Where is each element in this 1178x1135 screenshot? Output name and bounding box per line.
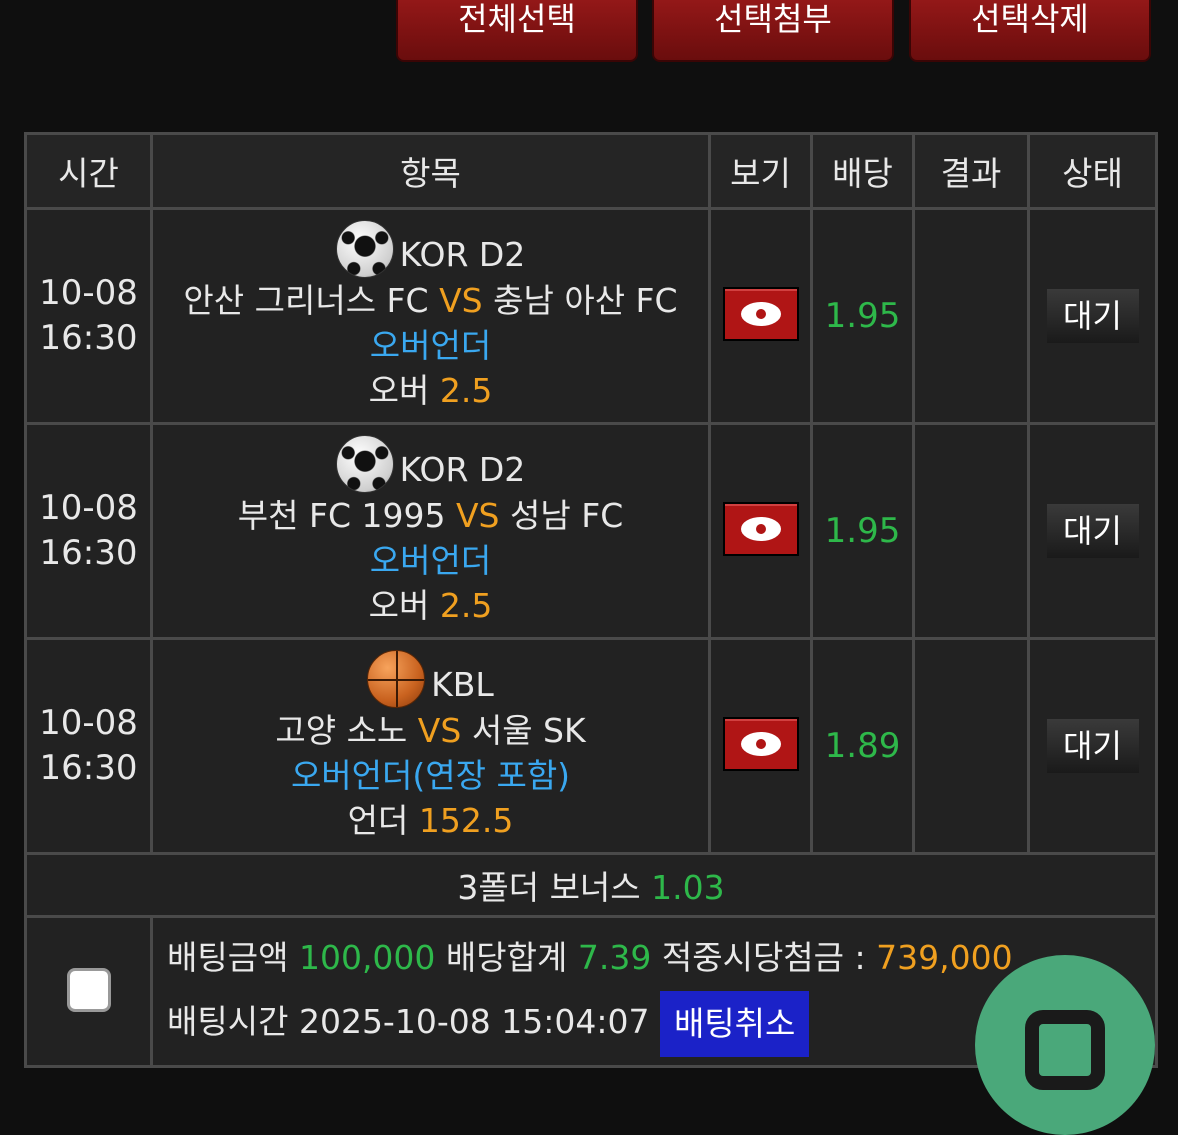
bet-amount-label: 배팅금액 [167, 938, 289, 978]
pick-label: 오버 [368, 585, 430, 625]
view-button[interactable] [722, 287, 799, 341]
cancel-bet-button[interactable]: 배팅취소 [659, 990, 810, 1057]
match-date: 10-08 [39, 273, 138, 313]
match-date: 10-08 [39, 703, 138, 743]
market-type: 오버언더 [369, 540, 492, 580]
view-cell [708, 207, 813, 425]
match-date: 10-08 [39, 488, 138, 528]
payout-label: 적중시당첨금 : [661, 938, 866, 978]
market-type: 오버언더 [369, 325, 492, 365]
odds-value: 1.89 [810, 637, 915, 855]
odds-value: 1.95 [810, 207, 915, 425]
away-team: 서울 SK [471, 710, 586, 750]
item-cell: KOR D2 안산 그리너스 FC VS 충남 아산 FC 오버언더 오버 2.… [150, 207, 711, 425]
select-delete-button[interactable]: 선택삭제 [909, 0, 1151, 62]
status-cell: 대기 [1027, 422, 1158, 640]
line-value: 2.5 [439, 585, 493, 625]
bet-amount: 100,000 [298, 938, 436, 978]
pick-label: 언더 [347, 800, 409, 840]
chat-icon [1025, 1010, 1105, 1090]
line-value: 2.5 [439, 370, 493, 410]
soccer-ball-icon [335, 434, 394, 493]
payout-amount: 739,000 [876, 938, 1013, 978]
odds-total-label: 배당합계 [445, 938, 568, 978]
line-value: 152.5 [418, 800, 514, 840]
floating-action-button[interactable] [975, 955, 1155, 1135]
match-time: 16:30 [39, 533, 138, 573]
matchup: 부천 FC 1995 VS 성남 FC [153, 493, 708, 538]
result-cell [912, 422, 1030, 640]
status-cell: 대기 [1027, 207, 1158, 425]
table-header-row: 시간 항목 보기 배당 결과 상태 [24, 132, 1158, 210]
pick-label: 오버 [368, 370, 430, 410]
item-cell: KBL 고양 소노 VS 서울 SK 오버언더(연장 포함) 언더 152.5 [150, 637, 711, 855]
bet-time: 2025-10-08 15:04:07 [298, 1002, 650, 1042]
bet-time-label: 배팅시간 [167, 1002, 289, 1042]
table-row: 10-08 16:30 KOR D2 부천 FC 1995 VS 성남 FC 오… [24, 422, 1158, 640]
header-time: 시간 [24, 132, 153, 210]
status-badge: 대기 [1046, 719, 1139, 773]
header-result: 결과 [912, 132, 1030, 210]
market-type: 오버언더(연장 포함) [290, 755, 571, 795]
league-name: KOR D2 [399, 234, 526, 274]
away-team: 충남 아산 FC [493, 280, 678, 320]
matchup: 안산 그리너스 FC VS 충남 아산 FC [153, 278, 708, 323]
select-attach-button[interactable]: 선택첨부 [652, 0, 894, 62]
status-badge: 대기 [1046, 504, 1139, 558]
checkbox-cell [24, 915, 153, 1068]
away-team: 성남 FC [510, 495, 624, 535]
table-row: 10-08 16:30 KBL 고양 소노 VS 서울 SK 오버언더(연장 포… [24, 637, 1158, 855]
item-cell: KOR D2 부천 FC 1995 VS 성남 FC 오버언더 오버 2.5 [150, 422, 711, 640]
bonus-value: 1.03 [651, 868, 725, 907]
table-row: 10-08 16:30 KOR D2 안산 그리너스 FC VS 충남 아산 F… [24, 207, 1158, 425]
view-cell [708, 422, 813, 640]
matchup: 고양 소노 VS 서울 SK [153, 708, 708, 753]
header-view: 보기 [708, 132, 813, 210]
header-item: 항목 [150, 132, 711, 210]
basketball-icon [367, 649, 426, 708]
home-team: 안산 그리너스 FC [183, 280, 429, 320]
result-cell [912, 207, 1030, 425]
select-checkbox[interactable] [66, 967, 111, 1012]
view-button[interactable] [722, 717, 799, 771]
eye-icon [740, 517, 781, 541]
odds-value: 1.95 [810, 422, 915, 640]
bonus-row: 3폴더 보너스 1.03 [24, 852, 1158, 918]
header-status: 상태 [1027, 132, 1158, 210]
result-cell [912, 637, 1030, 855]
select-all-button[interactable]: 전체선택 [396, 0, 638, 62]
bonus-cell: 3폴더 보너스 1.03 [24, 852, 1158, 918]
league-name: KOR D2 [399, 449, 526, 489]
eye-icon [740, 732, 781, 756]
match-time: 16:30 [39, 748, 138, 788]
view-cell [708, 637, 813, 855]
bet-slip-table: 시간 항목 보기 배당 결과 상태 10-08 16:30 KOR D2 안산 … [24, 132, 1158, 1068]
vs-label: VS [439, 280, 483, 320]
home-team: 고양 소노 [275, 710, 408, 750]
vs-label: VS [417, 710, 462, 750]
header-odds: 배당 [810, 132, 915, 210]
odds-total: 7.39 [577, 938, 652, 978]
vs-label: VS [455, 495, 500, 535]
league-name: KBL [431, 664, 494, 704]
view-button[interactable] [722, 502, 799, 556]
status-cell: 대기 [1027, 637, 1158, 855]
bonus-label: 3폴더 보너스 [457, 868, 641, 907]
home-team: 부천 FC 1995 [237, 495, 446, 535]
time-cell: 10-08 16:30 [24, 637, 153, 855]
time-cell: 10-08 16:30 [24, 422, 153, 640]
status-badge: 대기 [1046, 289, 1139, 343]
match-time: 16:30 [39, 318, 138, 358]
soccer-ball-icon [335, 219, 394, 278]
eye-icon [740, 302, 781, 326]
time-cell: 10-08 16:30 [24, 207, 153, 425]
